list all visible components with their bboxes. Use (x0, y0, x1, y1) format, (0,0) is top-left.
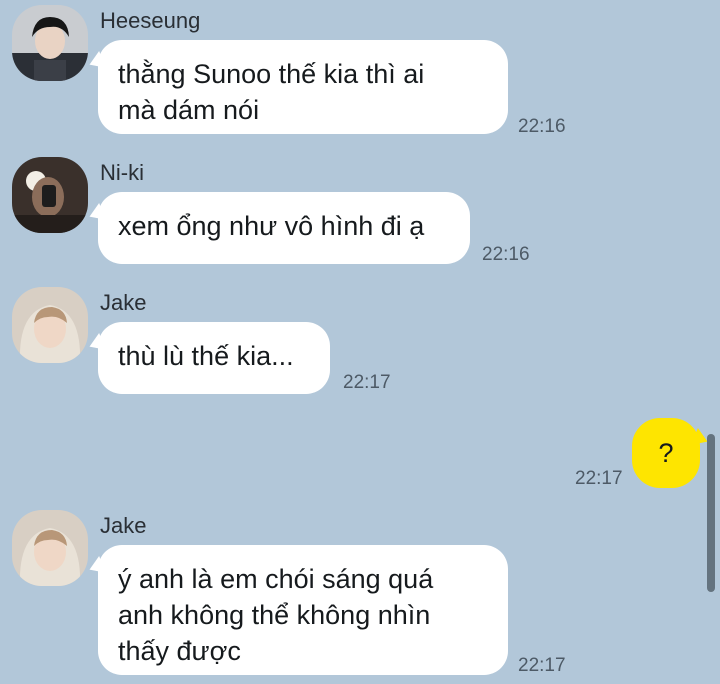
message-text: ? (658, 438, 674, 468)
message-text: thù lù thế kia... (118, 341, 294, 371)
message-timestamp: 22:16 (482, 244, 530, 265)
chat-window[interactable]: Heeseung thằng Sunoo thế kia thì ai mà d… (0, 0, 720, 684)
sender-name: Heeseung (100, 8, 201, 33)
sender-name: Jake (100, 290, 147, 315)
message-bubble-outgoing[interactable]: ? (632, 418, 700, 488)
avatar[interactable] (12, 510, 88, 586)
message-bubble[interactable]: thù lù thế kia... (98, 322, 330, 394)
message-text: anh không thể không nhìn (118, 600, 431, 630)
sender-name: Ni-ki (100, 160, 144, 185)
jake-avatar-icon (12, 287, 88, 363)
message-timestamp: 22:17 (343, 372, 391, 393)
scrollbar[interactable] (707, 434, 715, 592)
message-text: ý anh là em chói sáng quá (118, 564, 434, 594)
jake-avatar-icon (12, 510, 88, 586)
message-text: xem ổng như vô hình đi ạ (118, 211, 425, 241)
message-bubble[interactable]: xem ổng như vô hình đi ạ (98, 192, 470, 264)
sender-name: Jake (100, 513, 147, 538)
avatar[interactable] (12, 287, 88, 363)
message-text: thấy được (118, 636, 241, 666)
niki-avatar-icon (12, 157, 88, 233)
message-timestamp: 22:16 (518, 116, 566, 137)
message-text: thằng Sunoo thế kia thì ai (118, 59, 425, 89)
message-bubble[interactable]: ý anh là em chói sáng quá anh không thể … (98, 545, 508, 675)
heeseung-avatar-icon (12, 5, 88, 81)
avatar[interactable] (12, 157, 88, 233)
message-timestamp: 22:17 (575, 468, 623, 489)
message-bubble[interactable]: thằng Sunoo thế kia thì ai mà dám nói (98, 40, 508, 134)
message-text: mà dám nói (118, 95, 260, 125)
message-timestamp: 22:17 (518, 655, 566, 676)
avatar[interactable] (12, 5, 88, 81)
